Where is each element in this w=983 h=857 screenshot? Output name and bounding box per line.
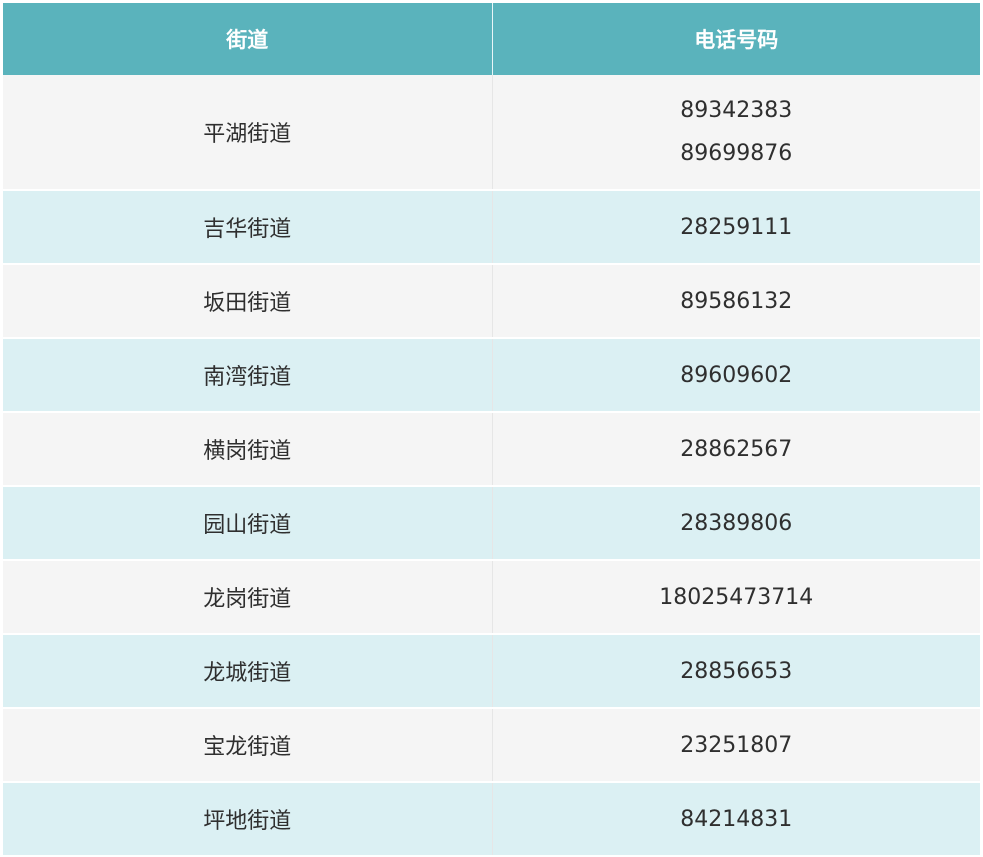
phone-cell: 23251807: [492, 708, 980, 783]
table-row: 横岗街道 28862567: [3, 412, 980, 487]
phone-cell: 84214831: [492, 782, 980, 857]
street-cell: 园山街道: [3, 486, 493, 561]
street-cell: 南湾街道: [3, 338, 493, 413]
phone-cell: 18025473714: [492, 560, 980, 635]
phone-cell: 28862567: [492, 412, 980, 487]
table-row: 坪地街道 84214831: [3, 782, 980, 857]
phone-cell: 89342383 89699876: [492, 75, 980, 191]
street-cell: 吉华街道: [3, 190, 493, 265]
header-street: 街道: [3, 3, 493, 75]
phone-cell: 28389806: [492, 486, 980, 561]
phone-cell: 89586132: [492, 264, 980, 339]
street-cell: 龙城街道: [3, 634, 493, 709]
phone-cell: 28259111: [492, 190, 980, 265]
table-row: 吉华街道 28259111: [3, 190, 980, 265]
street-cell: 龙岗街道: [3, 560, 493, 635]
street-cell: 平湖街道: [3, 75, 493, 191]
table-row: 龙城街道 28856653: [3, 634, 980, 709]
street-phone-table: 街道 电话号码 平湖街道 89342383 89699876 吉华街道 2825…: [3, 3, 980, 857]
phone-number: 89699876: [680, 141, 793, 166]
street-cell: 坂田街道: [3, 264, 493, 339]
phone-cell: 28856653: [492, 634, 980, 709]
table-row: 平湖街道 89342383 89699876: [3, 75, 980, 191]
street-cell: 宝龙街道: [3, 708, 493, 783]
table-row: 坂田街道 89586132: [3, 264, 980, 339]
table-row: 龙岗街道 18025473714: [3, 560, 980, 635]
table-row: 宝龙街道 23251807: [3, 708, 980, 783]
phone-cell: 89609602: [492, 338, 980, 413]
header-phone: 电话号码: [492, 3, 980, 75]
street-cell: 横岗街道: [3, 412, 493, 487]
street-cell: 坪地街道: [3, 782, 493, 857]
phone-number: 89342383: [680, 98, 793, 123]
table-header-row: 街道 电话号码: [3, 3, 980, 75]
table-row: 园山街道 28389806: [3, 486, 980, 561]
table-row: 南湾街道 89609602: [3, 338, 980, 413]
